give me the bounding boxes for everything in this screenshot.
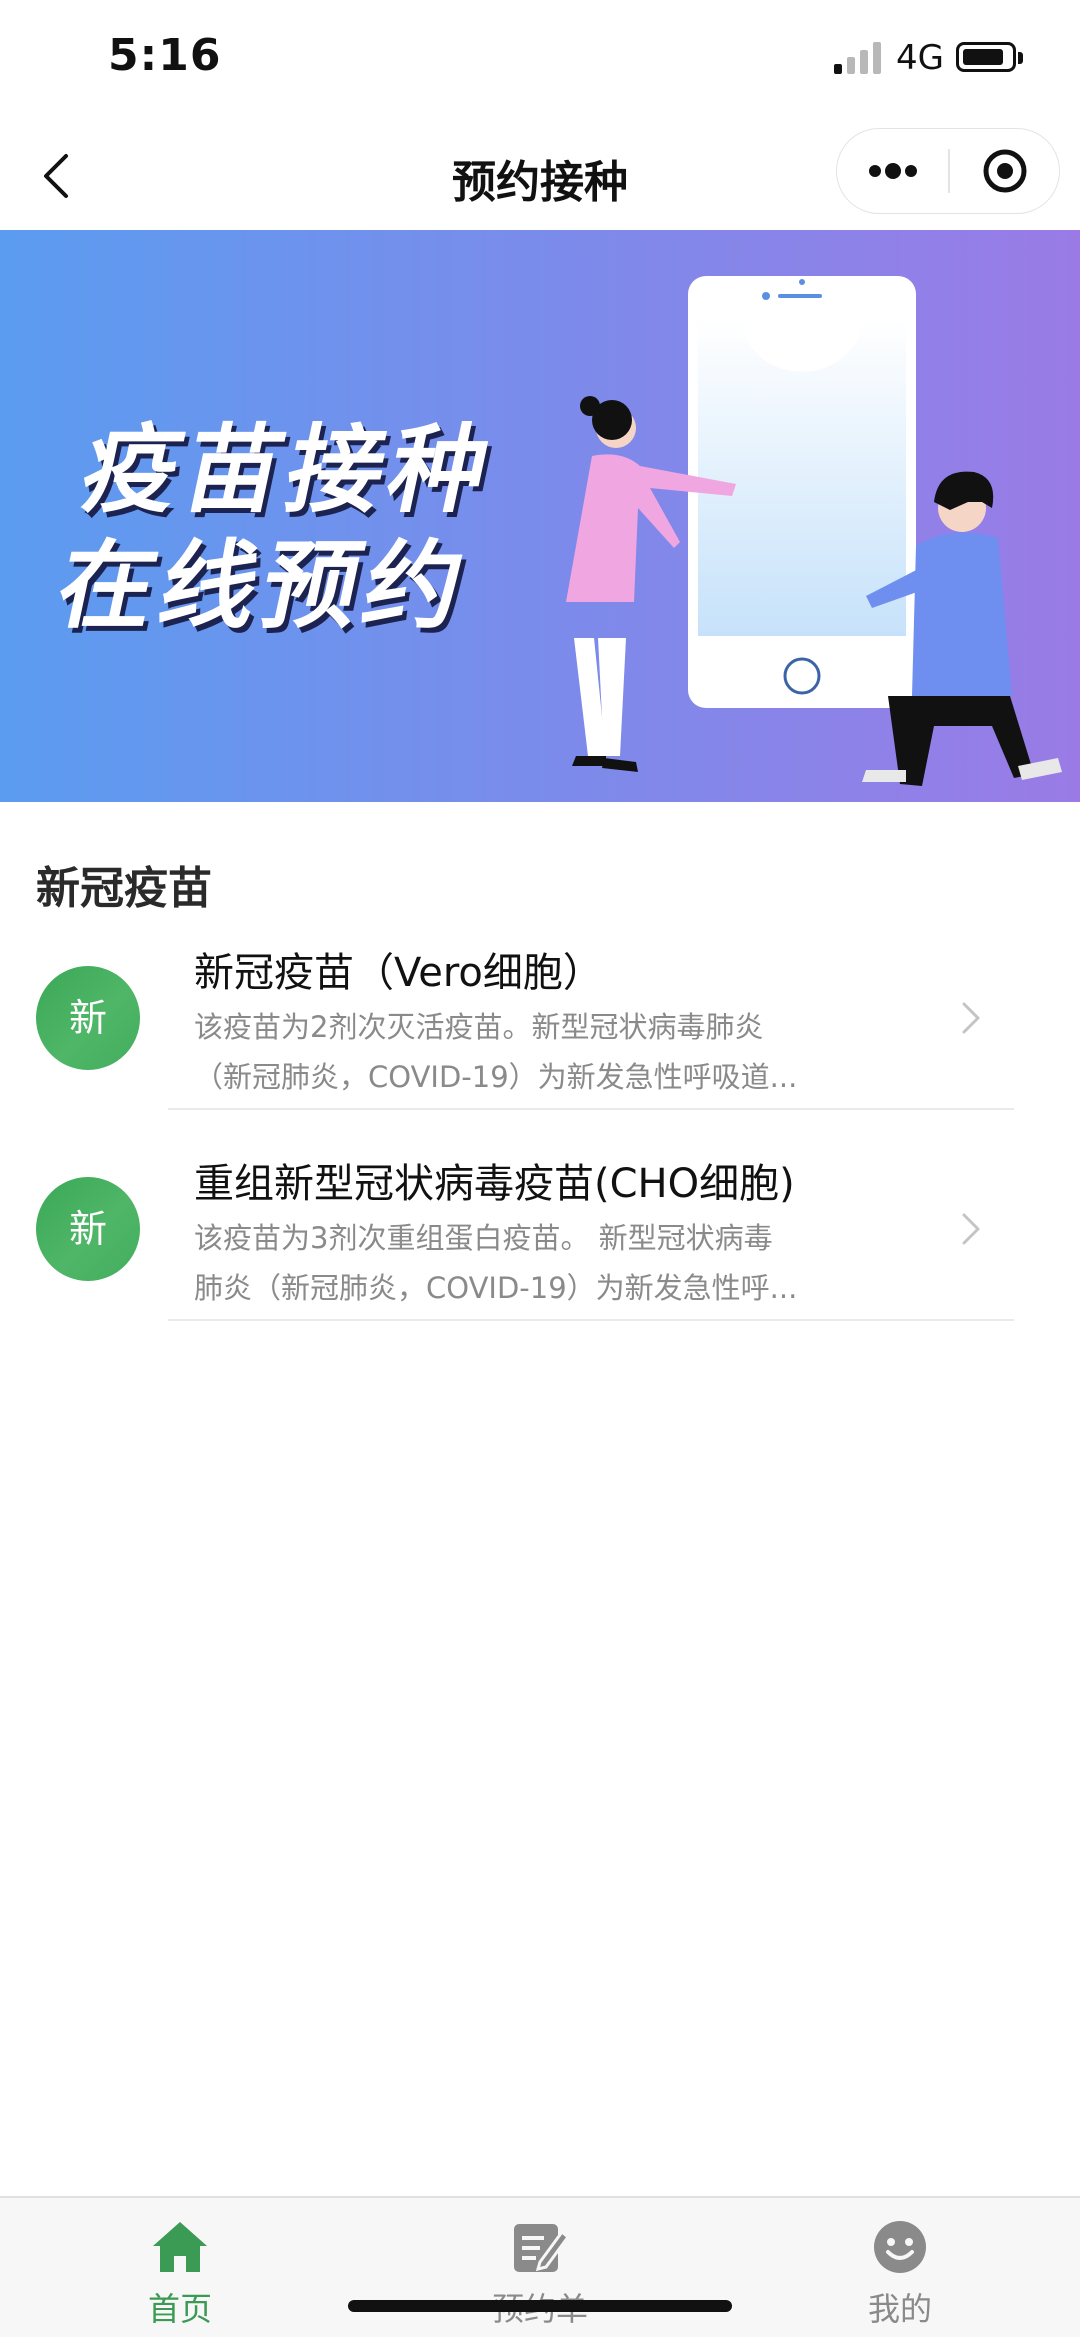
nav-bar: 预约接种 xyxy=(0,118,1080,230)
item-divider xyxy=(168,1319,1014,1321)
chevron-right-icon xyxy=(962,1002,980,1034)
chevron-right-icon xyxy=(962,1213,980,1245)
vaccine-item-vero[interactable]: 新 新冠疫苗（Vero细胞） 该疫苗为2剂次灭活疫苗。新型冠状病毒肺炎 （新冠肺… xyxy=(0,932,1080,1142)
home-indicator xyxy=(348,2300,732,2312)
mini-program-capsule xyxy=(836,128,1060,214)
tab-label: 我的 xyxy=(867,2290,932,2328)
page: 5:16 4G 预约接种 疫苗接种 在线预约 新冠疫苗 新 新冠疫苗（Vero细… xyxy=(0,0,1080,2337)
edit-document-icon xyxy=(514,2224,570,2272)
battery-icon xyxy=(956,42,1016,72)
close-miniprogram-button[interactable] xyxy=(950,129,1060,213)
vaccine-description: 该疫苗为2剂次灭活疫苗。新型冠状病毒肺炎 （新冠肺炎，COVID-19）为新发急… xyxy=(194,1002,874,1102)
tab-appointments[interactable]: 预约单 xyxy=(440,2198,640,2337)
section-title: 新冠疫苗 xyxy=(36,863,212,914)
vaccine-description-line-2: （新冠肺炎，COVID-19）为新发急性呼吸道... xyxy=(194,1060,798,1094)
vaccine-description: 该疫苗为3剂次重组蛋白疫苗。 新型冠状病毒 肺炎（新冠肺炎，COVID-19）为… xyxy=(194,1213,874,1313)
home-icon xyxy=(153,2222,207,2272)
battery-cap xyxy=(1018,52,1023,64)
vaccine-title: 新冠疫苗（Vero细胞） xyxy=(194,950,603,996)
item-divider xyxy=(168,1108,1014,1110)
vaccine-description-line-2: 肺炎（新冠肺炎，COVID-19）为新发急性呼... xyxy=(194,1271,798,1305)
tab-label: 首页 xyxy=(147,2290,212,2328)
tab-home[interactable]: 首页 xyxy=(80,2198,280,2337)
network-type: 4G xyxy=(896,38,944,78)
status-bar: 5:16 4G xyxy=(0,0,1080,118)
more-button[interactable] xyxy=(837,129,948,213)
vaccine-item-cho[interactable]: 新 重组新型冠状病毒疫苗(CHO细胞) 该疫苗为3剂次重组蛋白疫苗。 新型冠状病… xyxy=(0,1143,1080,1353)
new-badge: 新 xyxy=(36,1177,140,1281)
target-circle-icon xyxy=(983,149,1027,193)
more-dots-icon xyxy=(869,163,917,179)
tab-profile[interactable]: 我的 xyxy=(800,2198,1000,2337)
new-badge: 新 xyxy=(36,966,140,1070)
signal-icon xyxy=(834,42,881,74)
banner-line-1: 疫苗接种 xyxy=(72,414,505,526)
vaccine-description-line-1: 该疫苗为2剂次灭活疫苗。新型冠状病毒肺炎 xyxy=(194,1010,764,1044)
vaccine-description-line-1: 该疫苗为3剂次重组蛋白疫苗。 新型冠状病毒 xyxy=(194,1221,773,1255)
promo-banner[interactable]: 疫苗接种 在线预约 xyxy=(0,230,1080,802)
banner-headline: 疫苗接种 在线预约 xyxy=(47,412,504,644)
tab-bar: 首页 预约单 我的 xyxy=(0,2196,1080,2337)
vaccine-title: 重组新型冠状病毒疫苗(CHO细胞) xyxy=(194,1161,795,1207)
status-time: 5:16 xyxy=(108,30,222,81)
banner-line-2: 在线预约 xyxy=(47,530,480,642)
smile-face-icon xyxy=(874,2221,926,2273)
